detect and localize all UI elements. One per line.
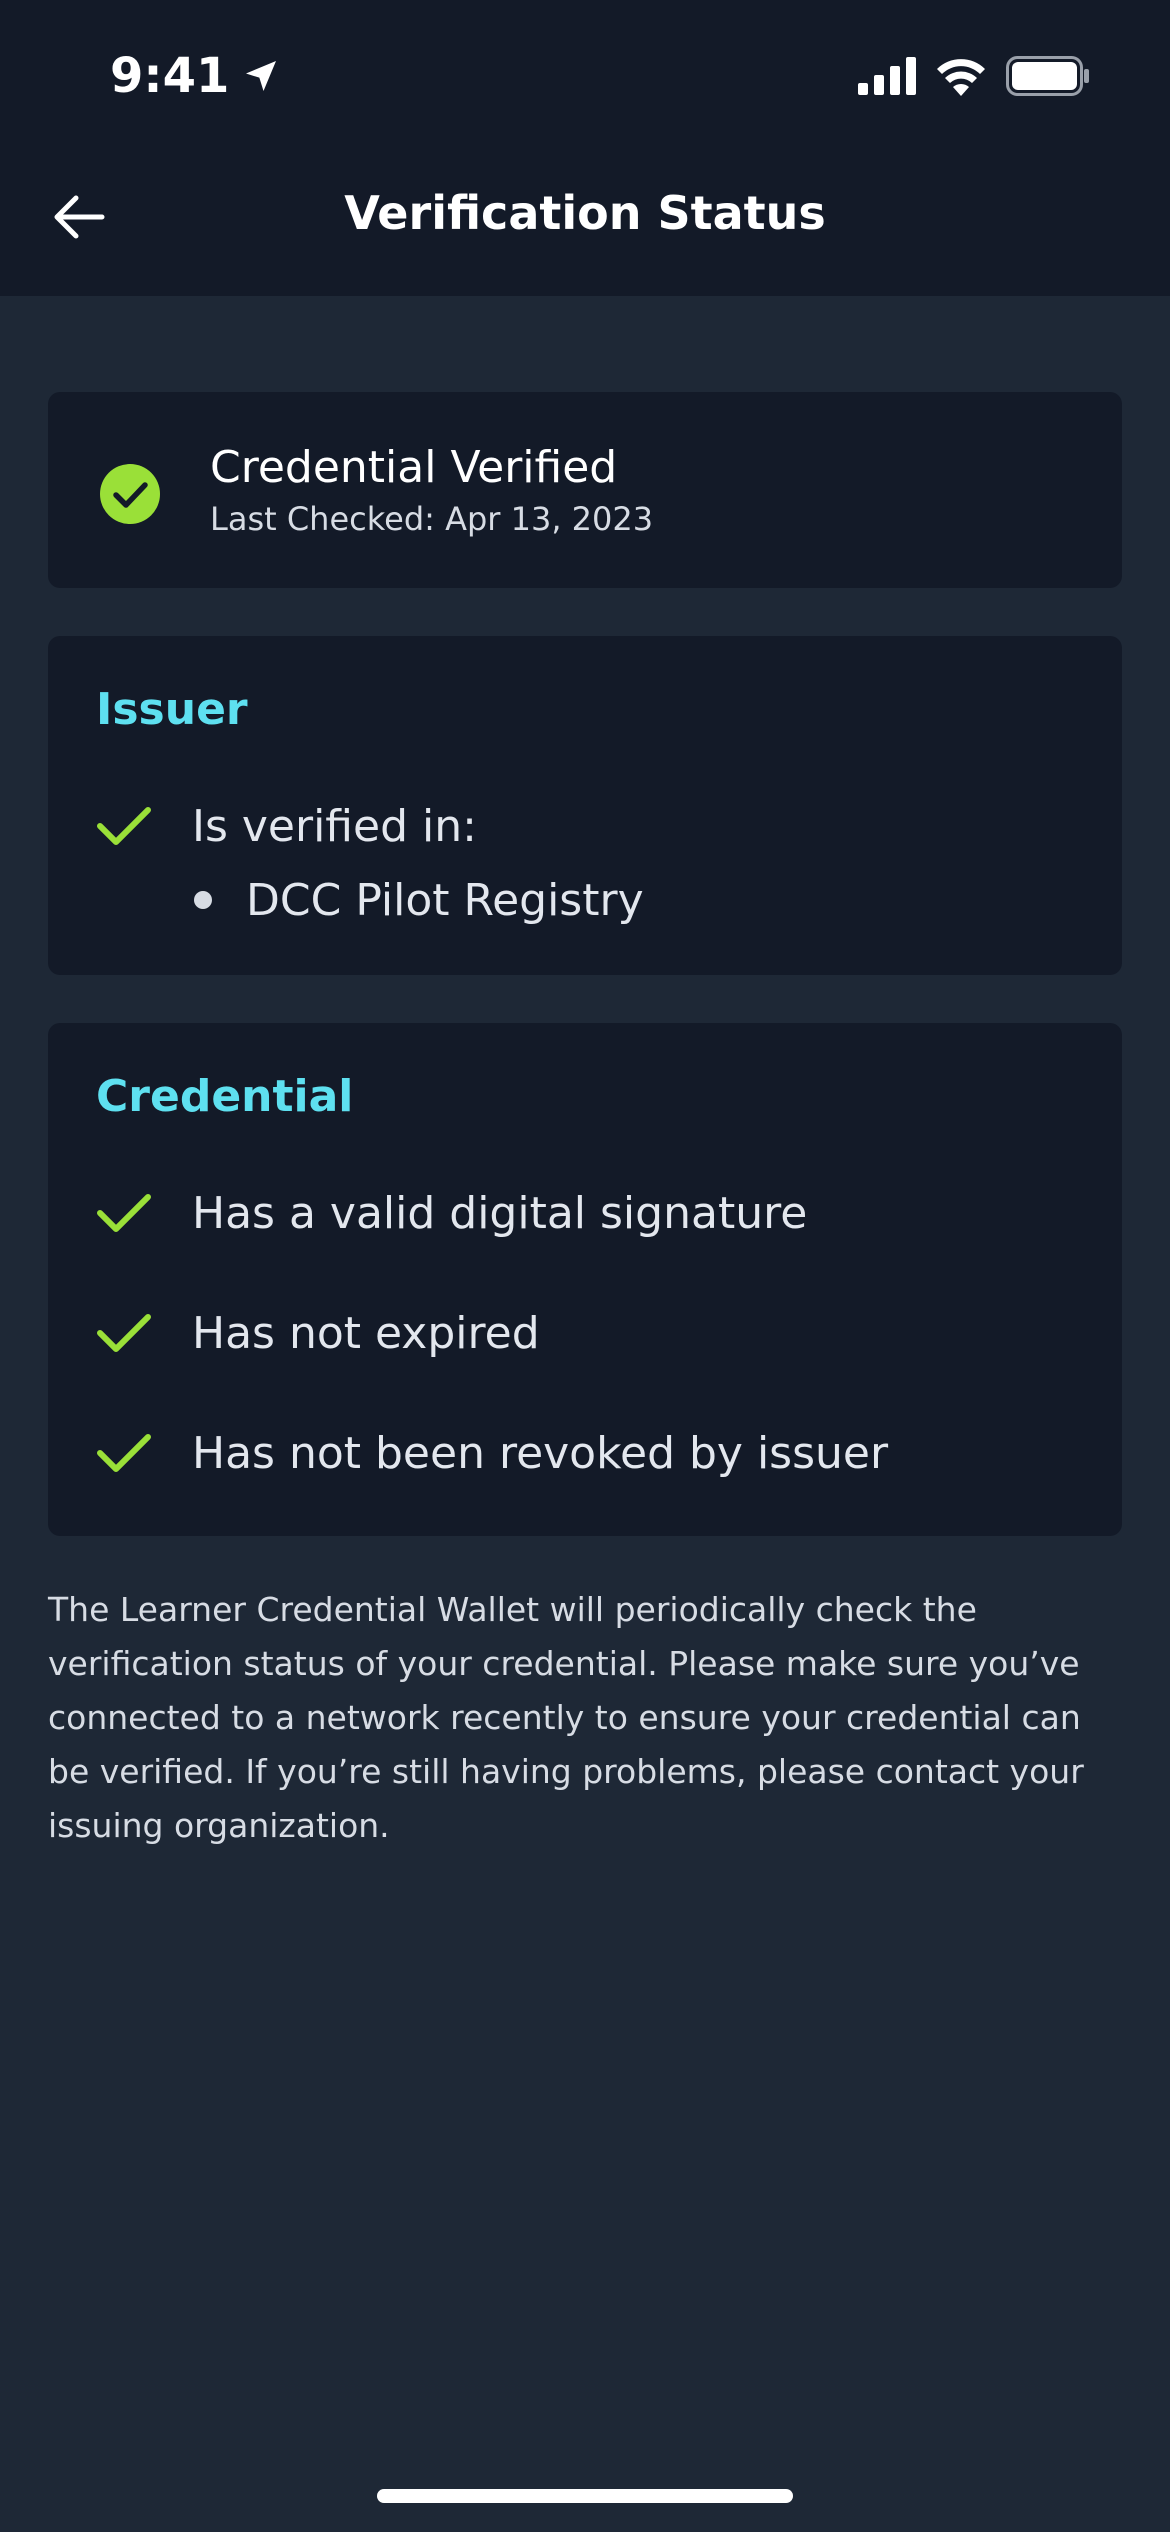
issuer-heading: Issuer: [96, 684, 248, 735]
verification-info-text: The Learner Credential Wallet will perio…: [48, 1590, 1084, 1845]
registry-name: DCC Pilot Registry: [246, 874, 644, 926]
last-checked-date: Last Checked: Apr 13, 2023: [210, 500, 654, 538]
status-time-label: 9:41: [110, 48, 230, 104]
credential-check-label: Has not been revoked by issuer: [192, 1427, 889, 1479]
credential-card: Credential Has a valid digital signature…: [48, 1023, 1122, 1536]
home-indicator[interactable]: [377, 2489, 793, 2503]
checkmark-icon: [97, 1434, 151, 1472]
issuer-check-item: Is verified in:: [96, 796, 477, 856]
checkmark-icon: [97, 807, 151, 845]
status-bar-indicators: [858, 56, 1090, 96]
status-bar-time: 9:41: [110, 48, 281, 104]
status-title: Credential Verified: [210, 442, 618, 493]
verification-status-card: Credential Verified Last Checked: Apr 13…: [48, 392, 1122, 588]
credential-check-label: Has not expired: [192, 1307, 540, 1359]
credential-check-label: Has a valid digital signature: [192, 1187, 808, 1239]
cellular-signal-icon: [858, 57, 916, 95]
check-circle-icon: [100, 464, 160, 524]
credential-check-signature: Has a valid digital signature: [96, 1183, 807, 1243]
issuer-check-label: Is verified in:: [192, 800, 477, 852]
location-arrow-icon: [246, 61, 277, 91]
credential-heading: Credential: [96, 1071, 354, 1122]
bullet-icon: [194, 891, 212, 909]
issuer-card: Issuer Is verified in: DCC Pilot Registr…: [48, 636, 1122, 975]
app-header: 9:41 Verification Status: [0, 0, 1170, 296]
registry-list-item: DCC Pilot Registry: [194, 870, 644, 930]
credential-check-revocation: Has not been revoked by issuer: [96, 1423, 888, 1483]
wifi-icon: [937, 59, 985, 96]
credential-check-expiry: Has not expired: [96, 1303, 540, 1363]
checkmark-icon: [97, 1314, 151, 1352]
checkmark-icon: [97, 1194, 151, 1232]
battery-icon: [1006, 56, 1089, 96]
page-title: Verification Status: [344, 186, 826, 240]
